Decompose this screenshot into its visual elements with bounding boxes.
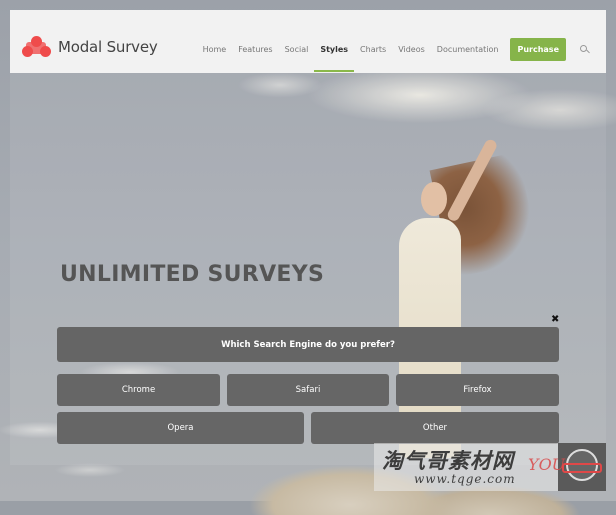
nav-item-styles[interactable]: Styles	[314, 45, 354, 72]
glasses-icon	[562, 463, 602, 473]
site-header: Modal Survey Home Features Social Styles…	[10, 10, 606, 73]
nav-item-social[interactable]: Social	[285, 45, 309, 54]
logo-icon	[22, 36, 52, 58]
logo[interactable]: Modal Survey	[22, 36, 158, 58]
answer-firefox-button[interactable]: Firefox	[396, 374, 559, 406]
nav-item-charts[interactable]: Charts	[360, 45, 386, 54]
nav-item-videos[interactable]: Videos	[398, 45, 425, 54]
watermark-badge	[558, 443, 606, 491]
watermark-url: www.tqge.com	[414, 472, 516, 486]
search-icon[interactable]	[580, 44, 590, 55]
nav-item-features[interactable]: Features	[238, 45, 272, 54]
answer-other-button[interactable]: Other	[311, 412, 559, 444]
nav-item-home[interactable]: Home	[203, 45, 227, 54]
answer-opera-button[interactable]: Opera	[57, 412, 304, 444]
brand-name: Modal Survey	[58, 38, 158, 56]
purchase-button[interactable]: Purchase	[510, 38, 566, 61]
watermark-brand: YOU	[528, 455, 566, 474]
main-nav: Home Features Social Styles Charts Video…	[197, 38, 590, 72]
answer-safari-button[interactable]: Safari	[227, 374, 389, 406]
watermark-title: 淘气哥素材网	[382, 449, 514, 473]
nav-item-documentation[interactable]: Documentation	[437, 45, 499, 54]
answer-chrome-button[interactable]: Chrome	[57, 374, 220, 406]
survey-question: Which Search Engine do you prefer?	[57, 327, 559, 362]
close-icon[interactable]: ✖	[551, 315, 559, 325]
hero-title: UNLIMITED SURVEYS	[60, 262, 325, 287]
head-shape	[421, 182, 447, 216]
